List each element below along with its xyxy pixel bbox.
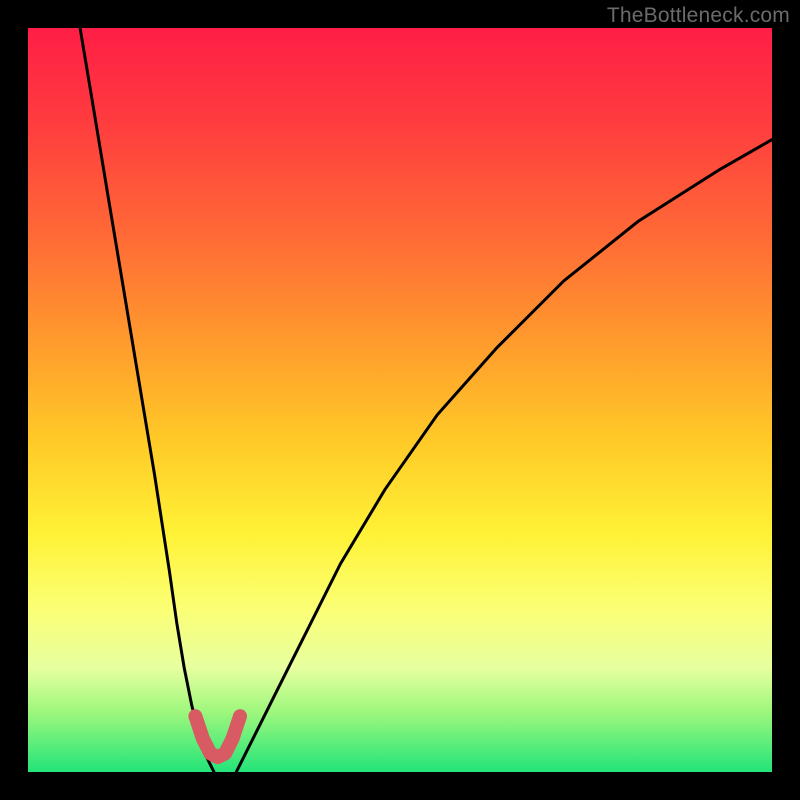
plot-area <box>28 28 772 772</box>
left-curve <box>80 28 214 772</box>
curve-layer <box>28 28 772 772</box>
watermark-text: TheBottleneck.com <box>607 4 790 28</box>
chart-frame: TheBottleneck.com <box>0 0 800 800</box>
right-curve <box>236 140 772 772</box>
valley-marker <box>195 716 240 757</box>
